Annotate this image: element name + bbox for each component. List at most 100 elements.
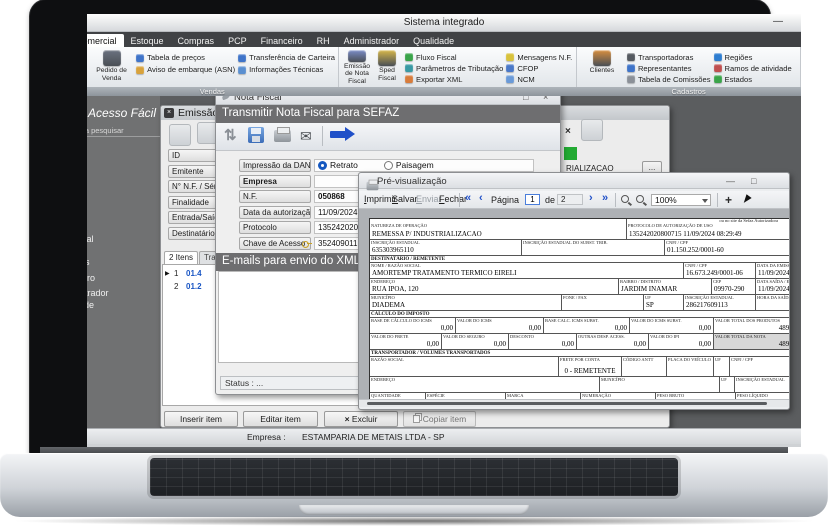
tab-qualidade[interactable]: Qualidade <box>406 34 461 47</box>
app-title: Sistema integrado <box>403 17 485 28</box>
scrollbar-thumb[interactable] <box>367 402 767 405</box>
tabela-de-precos-button[interactable]: Tabela de preços <box>136 52 235 63</box>
tab-itens[interactable]: 2 Itens <box>164 251 199 264</box>
radio-dot-icon <box>383 161 393 170</box>
emissao-toolbar-icon[interactable] <box>581 119 603 141</box>
cfop-button[interactable]: CFOP <box>506 63 572 73</box>
danfe-cell-label: MARCA <box>507 393 524 398</box>
danfe-cell-placa-do-veiculo: PLACA DO VEÍCULO <box>666 357 713 376</box>
danfe-cell-value: 635303965110 <box>372 246 414 254</box>
aviso-de-embarque-asn-button[interactable]: Aviso de embarque (ASN) <box>136 64 235 75</box>
menu-salvar[interactable]: Salvar <box>392 194 418 204</box>
page-number-input[interactable] <box>525 194 540 205</box>
close-icon[interactable]: × <box>543 96 548 102</box>
last-page-icon[interactable]: » <box>602 192 608 204</box>
emissao-de-nota-fiscal-icon <box>348 50 366 62</box>
mensagens-n-f-button[interactable]: Mensagens N.F. <box>506 52 572 62</box>
minimize-icon[interactable]: — <box>773 16 783 27</box>
dialog-label-protocolo: Protocolo <box>239 221 311 234</box>
send-arrow-icon[interactable] <box>330 127 355 141</box>
tab-compras[interactable]: Compras <box>171 34 222 47</box>
exportar-xml-button[interactable]: Exportar XML <box>405 74 503 84</box>
danfe-row: RAZÃO SOCIAL FRETE POR CONTA 0 - REMETENTE… <box>370 356 789 376</box>
radio-dot-icon <box>318 161 327 170</box>
close-icon[interactable]: × <box>565 126 571 137</box>
tab-rh[interactable]: RH <box>310 34 337 47</box>
print-icon[interactable] <box>274 127 291 142</box>
minimize-icon[interactable]: — <box>726 176 735 186</box>
laptop-base <box>0 447 828 521</box>
maximize-icon[interactable]: □ <box>523 96 528 102</box>
clientes-button[interactable]: Clientes <box>580 49 624 85</box>
ribbon-column: Fluxo Fiscal Parâmetros de Tributação Expo… <box>405 49 503 85</box>
email-icon[interactable]: ✉ <box>300 127 312 145</box>
ramos-de-atividade-button[interactable]: Ramos de atividade <box>713 63 792 73</box>
menu-fechar[interactable]: Fechar <box>439 194 467 204</box>
danfe-section-destinatario-remetente: DESTINATÁRIO / REMETENTE <box>370 255 789 262</box>
sidebar-item-comercial[interactable]: Comercial <box>87 234 94 245</box>
representantes-button[interactable]: Representantes <box>626 63 711 73</box>
save-icon[interactable] <box>248 127 264 143</box>
tab-pcp[interactable]: PCP <box>221 34 254 47</box>
prev-page-icon[interactable]: ‹ <box>479 192 483 204</box>
inserir-item-button[interactable]: Inserir item <box>164 411 238 427</box>
radio-retrato[interactable]: Retrato <box>318 160 358 171</box>
group-label-text: Vendas <box>199 87 225 96</box>
next-page-icon[interactable]: › <box>589 192 593 204</box>
danfe-document: ou no site da Sefaz Autorizadora NATUREZ… <box>369 218 789 399</box>
ribbon-button-label: Emissão de Nota Fiscal <box>343 62 371 85</box>
cursor-tool-icon[interactable] <box>743 194 753 205</box>
close-icon[interactable]: × <box>164 108 174 118</box>
first-page-icon[interactable]: « <box>465 192 471 204</box>
radio-paisagem[interactable]: Paisagem <box>383 160 434 171</box>
sidebar-item-financeiro[interactable]: Financeiro <box>87 273 95 284</box>
maximize-icon[interactable]: □ <box>751 176 756 186</box>
danfe-cell-label: INSCRIÇÃO ESTADUAL DO SUBST. TRIB. <box>523 240 608 245</box>
zoom-out-icon[interactable] <box>621 195 629 203</box>
parametros-de-tributacao-icon <box>405 64 413 72</box>
ribbon-group-label <box>338 87 577 96</box>
danfe-cell-value: 01.150.252/0001-60 <box>667 246 724 254</box>
fluxo-fiscal-button[interactable]: Fluxo Fiscal <box>405 52 503 62</box>
sidebar-item-administrador[interactable]: Administrador <box>87 288 109 299</box>
tabela-de-comissoes-button[interactable]: Tabela de Comissões <box>626 74 711 84</box>
danfe-cell-valor-total-da-nota: VALOR TOTAL DA NOTA 489,00 <box>713 334 789 349</box>
danfe-cell-municipio: MUNICÍPIO DIADEMA <box>370 295 561 310</box>
parametros-de-tributacao-button[interactable]: Parâmetros de Tributação <box>405 63 503 73</box>
editar-item-button[interactable]: Editar item <box>243 411 318 427</box>
estados-button[interactable]: Estados <box>713 74 792 84</box>
informacoes-tecnicas-button[interactable]: Informações Técnicas <box>238 64 335 75</box>
tab-estoque[interactable]: Estoque <box>124 34 171 47</box>
pan-tool-icon[interactable]: + <box>725 193 732 207</box>
transportadoras-button[interactable]: Transportadoras <box>626 52 711 62</box>
menu-enviar[interactable]: Enviar <box>416 194 442 204</box>
copiar-item-button[interactable]: Copiar item <box>403 411 476 427</box>
preview-document-area[interactable]: ou no site da Sefaz Autorizadora NATUREZ… <box>359 209 789 399</box>
sidebar-item-compras[interactable]: Compras <box>87 257 90 268</box>
tab-comercial[interactable]: Comercial <box>87 34 124 47</box>
horizontal-scrollbar[interactable] <box>359 399 789 407</box>
tab-financeiro[interactable]: Financeiro <box>254 34 310 47</box>
zoom-select[interactable]: 100% <box>651 194 711 206</box>
zoom-in-icon[interactable] <box>636 195 644 203</box>
emissao-de-nota-fiscal-button[interactable]: Emissão de Nota Fiscal <box>342 49 372 85</box>
pedido-de-venda-button[interactable]: Pedido de Venda <box>90 49 133 85</box>
workspace: Acesso Fácil para pesquisar ComercialEst… <box>87 96 801 428</box>
regioes-button[interactable]: Regiões <box>713 52 792 62</box>
transmit-icon[interactable]: ⇅ <box>224 127 237 145</box>
ribbon-column: Mensagens N.F. CFOP NCM <box>506 49 572 85</box>
ncm-button[interactable]: NCM <box>506 74 572 84</box>
sidebar-item-qualidade[interactable]: Qualidade <box>87 300 94 311</box>
danfe-cell-endereco: ENDEREÇO <box>370 377 599 392</box>
danfe-cell-label: DATA SAÍDA / ENTR. <box>757 279 789 284</box>
emissao-toolbar-icon[interactable] <box>169 124 191 146</box>
sidebar-search-input[interactable]: para pesquisar <box>87 124 160 137</box>
page-label: Página <box>491 195 520 205</box>
row-number: 1 <box>174 269 179 278</box>
excluir-button[interactable]: × Excluir <box>324 411 398 427</box>
toolbar-separator <box>615 193 616 207</box>
sped-fiscal-button[interactable]: Sped Fiscal <box>372 49 402 85</box>
transferencia-de-carteira-button[interactable]: Transferência de Carteira <box>238 52 335 63</box>
tab-administrador[interactable]: Administrador <box>337 34 407 47</box>
danfe-orientation-group[interactable]: Retrato Paisagem <box>314 159 534 172</box>
